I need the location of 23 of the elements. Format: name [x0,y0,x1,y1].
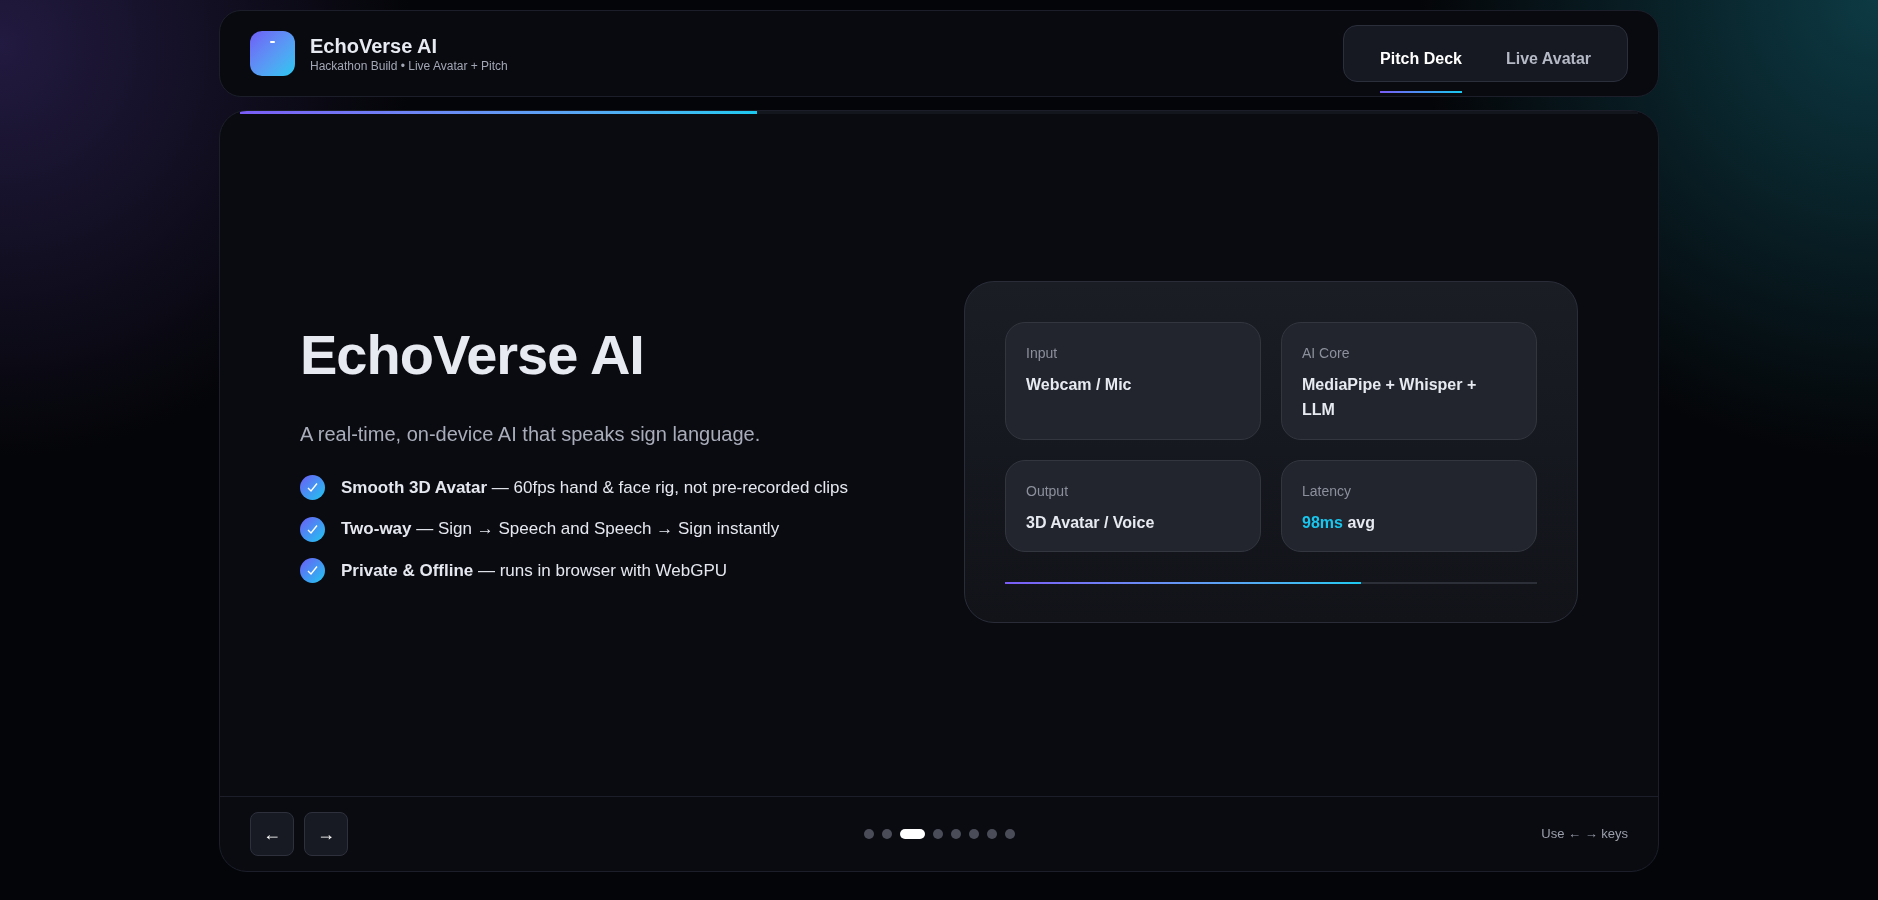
stat-label: Latency [1302,482,1353,501]
previous-button[interactable]: ← [250,812,294,856]
feature-text: Private & Offline — runs in browser with WebGPU [341,559,728,582]
stat-label: Output [1026,482,1070,501]
check-icon [300,475,325,500]
stat-label: AI Core [1302,344,1351,363]
feature-text: Smooth 3D Avatar — 60fps hand & face rig, not pre-recorded clips [341,476,849,499]
tab[interactable]: Live Avatar [1487,25,1609,93]
stat-value: 98ms avg [1302,513,1376,533]
stat-label: Input [1026,344,1059,363]
next-button[interactable]: → [304,812,348,856]
check-icon [300,558,325,583]
app-subtitle: Hackathon Build • Live Avatar + Pitch [310,58,508,74]
stat-value: MediaPipe + Whisper + LLM [1302,375,1478,420]
check-icon [300,516,325,542]
stat-value: Webcam / Mic [1026,375,1133,395]
app-title: EchoVerse AI [310,33,439,59]
stat-value: 3D Avatar / Voice [1026,513,1156,533]
app-logo-icon [250,31,295,76]
keyboard-hint: Use ← → keys [1540,825,1628,844]
slide-subtitle: A real-time, on-device AI that speaks sign language. [300,421,762,447]
slide-title: EchoVerse AI [300,326,645,383]
feature-text: Two-way — Sign → Speech and Speech → Sign instantly [341,518,780,541]
